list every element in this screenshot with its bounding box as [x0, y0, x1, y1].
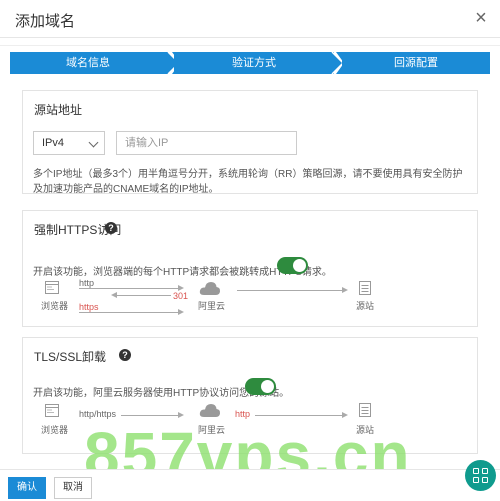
server-icon: [359, 281, 371, 295]
cancel-button[interactable]: 取消: [54, 477, 92, 499]
browser-icon: [45, 281, 59, 294]
tls-offload-title: TLS/SSL卸载: [34, 350, 107, 364]
dialog-content: 源站地址 IPv4 多个IP地址（最多3个）用半角逗号分开，系统用轮询（RR）策…: [0, 74, 500, 469]
header-divider: [0, 45, 500, 46]
force-https-toggle[interactable]: [277, 257, 308, 274]
https-request-line: [79, 312, 179, 313]
redirect-code-label: 301: [173, 291, 189, 301]
force-https-panel: 强制HTTPS访问 ? 开启该功能，浏览器端的每个HTTP请求都会被跳转成HTT…: [22, 210, 478, 327]
origin-address-panel: 源站地址 IPv4 多个IP地址（最多3个）用半角逗号分开，系统用轮询（RR）策…: [22, 90, 478, 195]
apps-icon[interactable]: [465, 460, 496, 491]
origin-fetch-line: [237, 290, 343, 291]
help-icon[interactable]: ?: [105, 222, 117, 234]
browser-icon: [45, 404, 59, 417]
origin-fetch-line: [255, 415, 343, 416]
https-request-label: https: [79, 302, 99, 312]
client-request-line: [121, 415, 179, 416]
dialog-title: 添加域名: [15, 13, 76, 30]
tls-offload-toggle[interactable]: [245, 378, 276, 395]
help-icon[interactable]: ?: [119, 349, 131, 361]
toggle-knob: [293, 259, 306, 272]
browser-label: 浏览器: [41, 425, 69, 435]
step-bar: 域名信息 验证方式 回源配置: [10, 52, 490, 74]
ip-type-select[interactable]: IPv4: [33, 131, 105, 155]
cloud-icon: [199, 404, 221, 417]
confirm-button[interactable]: 确认: [8, 477, 46, 499]
ip-type-value: IPv4: [42, 137, 65, 149]
dialog-header: 添加域名 ×: [0, 0, 500, 38]
step-verification: 验证方式: [174, 52, 334, 74]
http-request-label: http: [79, 278, 95, 288]
dialog-footer: 确认 取消: [0, 469, 500, 501]
arrow-right-icon: [342, 287, 348, 293]
cloud-label: 阿里云: [198, 301, 226, 311]
toggle-knob: [261, 380, 274, 393]
close-icon[interactable]: ×: [470, 6, 492, 30]
cloud-icon: [199, 282, 221, 295]
chevron-down-icon: [88, 137, 99, 148]
origin-help-text: 多个IP地址（最多3个）用半角逗号分开，系统用轮询（RR）策略回源，请不要使用具…: [33, 169, 463, 195]
ip-input[interactable]: [116, 131, 297, 155]
step-domain-info: 域名信息: [10, 52, 166, 74]
http-request-line: [79, 288, 179, 289]
arrow-right-icon: [178, 309, 184, 315]
origin-address-title: 源站地址: [34, 103, 83, 117]
browser-label: 浏览器: [41, 301, 69, 311]
add-domain-dialog: 添加域名 × 域名信息 验证方式 回源配置 源站地址 IPv4 多个IP地址（最…: [0, 0, 500, 501]
step-origin-config: 回源配置: [342, 52, 490, 74]
redirect-line: [117, 295, 171, 296]
server-icon: [359, 403, 371, 417]
origin-label: 源站: [356, 301, 375, 311]
